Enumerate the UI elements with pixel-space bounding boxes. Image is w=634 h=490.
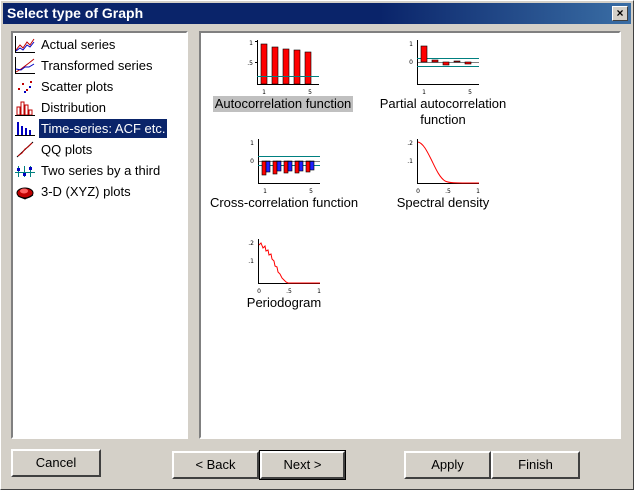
finish-button[interactable]: Finish xyxy=(491,451,580,479)
distribution-icon xyxy=(15,101,35,116)
pacf-caption-line-1: Partial autocorrelation xyxy=(379,96,507,111)
ccf-y-tick-1: 1 xyxy=(250,140,254,147)
dialog-window: Select type of Graph × Actual series Tra… xyxy=(0,0,634,490)
spectral-density-caption: Spectral density xyxy=(396,195,490,210)
periodogram-caption: Periodogram xyxy=(246,295,322,310)
spectral-density-option[interactable]: .2 .1 0 .5 1 Spectral density xyxy=(381,137,505,211)
ccf-y-tick-0: 0 xyxy=(250,158,254,165)
pacf-bar xyxy=(453,60,461,63)
apply-button[interactable]: Apply xyxy=(404,451,491,479)
ccf-bar xyxy=(287,160,293,172)
acf-bar xyxy=(293,49,301,85)
pacf-bar xyxy=(464,61,472,65)
time-series-icon xyxy=(15,122,35,136)
acf-x-tick-1: 1 xyxy=(262,89,266,96)
list-item-label: Scatter plots xyxy=(41,79,114,94)
two-series-icon xyxy=(15,166,35,177)
list-item-label: Transformed series xyxy=(41,58,153,73)
acf-bar xyxy=(271,46,279,85)
spectral-density-thumbnail: .2 .1 0 .5 1 xyxy=(407,139,480,195)
title-bar: Select type of Graph × xyxy=(3,3,631,24)
acf-x-tick-5: 5 xyxy=(308,89,312,96)
acf-thumbnail: 1 .5 1 5 xyxy=(247,40,319,96)
transformed-series-icon xyxy=(15,57,35,74)
acf-y-tick-05: .5 xyxy=(247,60,253,67)
window-title: Select type of Graph xyxy=(7,5,144,21)
ccf-bar xyxy=(305,160,311,173)
spectral-density-curve xyxy=(417,141,480,184)
ccf-bar xyxy=(272,160,278,175)
ccf-caption: Cross-correlation function xyxy=(209,195,359,210)
pacf-bar xyxy=(431,59,439,63)
periodogram-thumbnail: .2 .1 0 .5 1 xyxy=(248,239,321,295)
acf-bar xyxy=(260,43,268,85)
ccf-x-tick-5: 5 xyxy=(309,188,313,195)
periodogram-curve xyxy=(258,242,320,284)
pacf-y-tick-1: 1 xyxy=(409,41,413,48)
pacf-option[interactable]: 1 0 1 5 Partial autocorrelation function xyxy=(373,38,513,128)
ccf-bar xyxy=(294,160,300,174)
acf-bar xyxy=(304,51,312,85)
ccf-bar xyxy=(265,160,271,173)
graph-type-list[interactable]: Actual series Transformed series Scatter… xyxy=(11,31,188,439)
graph-gallery: 1 .5 1 5 Autocorrelation function 1 0 1 xyxy=(199,31,621,439)
ccf-bar xyxy=(261,160,267,176)
acf-caption: Autocorrelation function xyxy=(212,96,354,112)
list-item-label: 3-D (XYZ) plots xyxy=(41,184,131,199)
pacf-y-tick-0: 0 xyxy=(409,59,413,66)
ccf-bar xyxy=(298,160,304,172)
sd-x-tick-05: .5 xyxy=(445,188,451,195)
periodogram-option[interactable]: .2 .1 0 .5 1 Periodogram xyxy=(225,237,343,311)
pacf-caption-line-2: function xyxy=(420,112,466,127)
next-button[interactable]: Next > xyxy=(259,450,346,480)
ccf-bar xyxy=(309,160,315,171)
scatter-plots-icon xyxy=(18,81,32,93)
ccf-thumbnail: 1 0 1 5 xyxy=(250,139,320,195)
cancel-button[interactable]: Cancel xyxy=(11,449,101,477)
acf-option[interactable]: 1 .5 1 5 Autocorrelation function xyxy=(209,38,357,112)
qq-plots-icon xyxy=(16,141,34,158)
pg-y-tick-02: .2 xyxy=(248,240,254,247)
3d-plots-icon xyxy=(16,187,34,200)
actual-series-icon xyxy=(15,36,35,53)
pg-x-tick-0: 0 xyxy=(257,288,261,295)
ccf-x-tick-1: 1 xyxy=(263,188,267,195)
back-button[interactable]: < Back xyxy=(172,451,259,479)
sd-x-tick-1: 1 xyxy=(476,188,480,195)
list-item-label: Time-series: ACF etc. xyxy=(39,119,168,138)
list-item-label: QQ plots xyxy=(41,142,93,157)
list-item-label: Two series by a third xyxy=(41,163,161,178)
ccf-option[interactable]: 1 0 1 5 Cross-correlation function xyxy=(205,137,363,211)
pacf-thumbnail: 1 0 1 5 xyxy=(409,40,479,96)
acf-y-tick-1: 1 xyxy=(249,40,253,47)
pacf-bar xyxy=(442,61,450,66)
pacf-bar xyxy=(420,45,428,63)
acf-bar xyxy=(282,48,290,85)
sd-x-tick-0: 0 xyxy=(416,188,420,195)
close-button[interactable]: × xyxy=(612,6,628,21)
pg-x-tick-1: 1 xyxy=(317,288,321,295)
ccf-bar xyxy=(283,160,289,174)
list-item-label: Distribution xyxy=(41,100,107,115)
pacf-x-tick-1: 1 xyxy=(422,89,426,96)
sd-y-tick-02: .2 xyxy=(407,140,413,147)
pacf-x-tick-5: 5 xyxy=(468,89,472,96)
list-item-label: Actual series xyxy=(41,37,116,52)
pg-x-tick-05: .5 xyxy=(286,288,292,295)
pg-y-tick-01: .1 xyxy=(248,258,254,265)
ccf-bar xyxy=(276,160,282,172)
sd-y-tick-01: .1 xyxy=(407,158,413,165)
